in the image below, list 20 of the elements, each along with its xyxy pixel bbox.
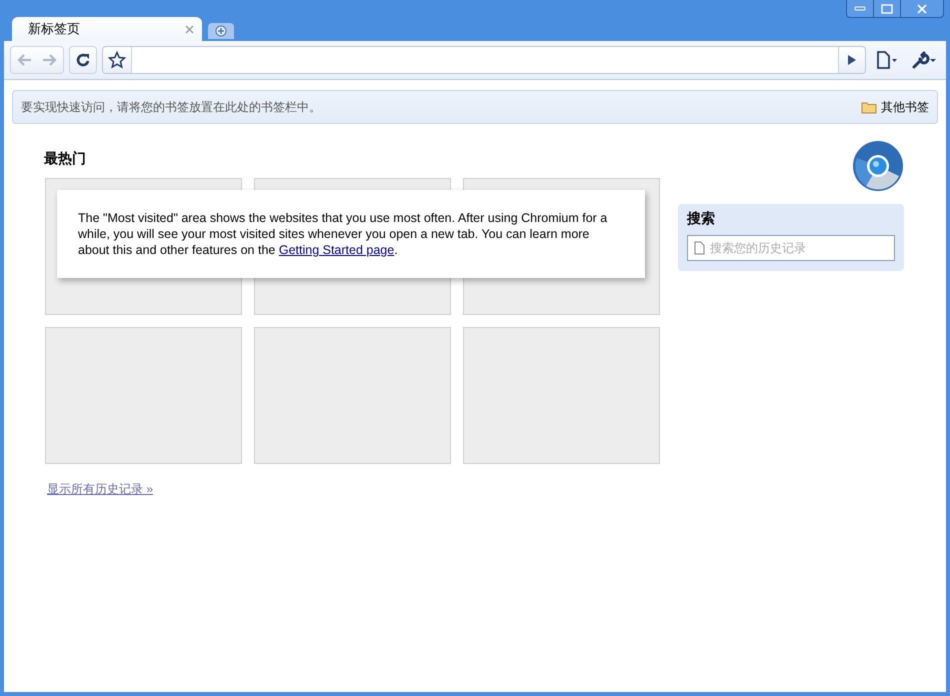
forward-icon [42,53,58,67]
reload-icon [75,52,91,68]
history-search-field[interactable]: 搜索您的历史记录 [687,235,895,261]
getting-started-link[interactable]: Getting Started page [278,243,394,257]
bookmarks-hint: 要实现快速访问，请将您的书签放置在此处的书签栏中。 [21,98,321,116]
folder-icon [861,100,877,114]
close-icon[interactable] [185,24,194,34]
notice-text: The "Most visited" area shows the websites that you use most often. After using Chromium for a while, you will see your most visited sites whenever you open a new tab. You can learn more about this and other features on the Getting Started page. [78,210,608,258]
tab[interactable]: 新标签页 [12,17,202,41]
logo-icon [852,140,904,192]
new-tab-button[interactable] [208,23,234,39]
close-icon [916,4,928,14]
section-title: 最热门 [44,150,87,168]
plus-icon [215,25,227,37]
back-icon [16,53,32,67]
maximize-icon [881,4,893,14]
minimize-icon [854,6,866,12]
history-link[interactable]: 显示所有历史记录 » [47,481,154,498]
other-bookmarks-button[interactable]: 其他书签 [861,98,929,116]
search-title: 搜索 [687,210,716,228]
